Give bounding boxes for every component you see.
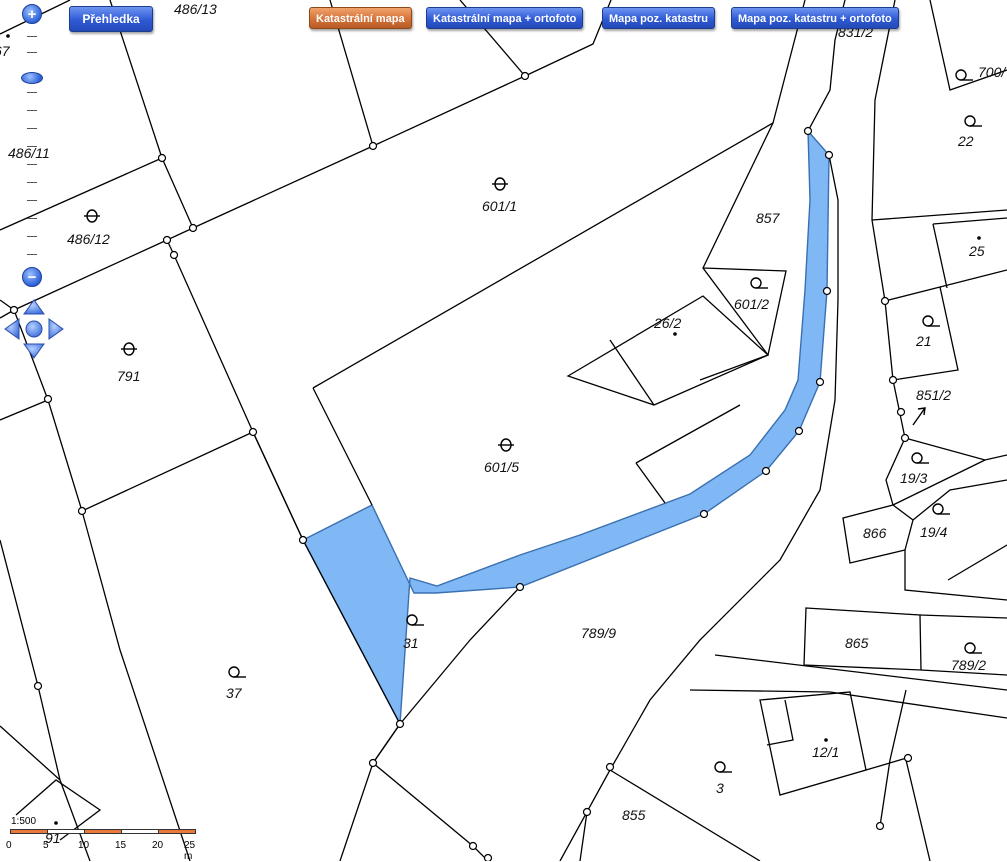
land-use-symbols (6, 34, 982, 825)
layer-button-parcel-map-ortho[interactable]: Mapa poz. katastru + ortofoto (731, 7, 899, 29)
scale-bar: 1:500 0 5 10 15 20 25 m (6, 816, 206, 862)
other-area-symbol-icon (964, 115, 982, 127)
other-area-symbol-icon (932, 503, 950, 515)
parcel-19-3: 19/3 (900, 470, 927, 486)
parcel-3: 3 (716, 780, 724, 796)
parcel-12-1: 12/1 (812, 744, 839, 760)
scale-tick-label: 15 (115, 840, 127, 851)
overview-map-button[interactable]: Přehledka (69, 6, 153, 32)
parcel-boundaries (0, 0, 1007, 861)
parcel-851-2: 851/2 (916, 387, 951, 403)
pan-down-icon[interactable] (23, 343, 45, 359)
arable-symbol-icon (121, 342, 137, 356)
parcel-601-5: 601/5 (484, 459, 519, 475)
zoom-slider[interactable]: + − (20, 4, 46, 294)
scale-tick-label: 25 m (184, 840, 196, 862)
layer-button-cadastral-map[interactable]: Katastrální mapa (309, 7, 412, 29)
scale-ratio: 1:500 (11, 816, 37, 827)
parcel-31: 31 (403, 635, 419, 651)
other-area-symbol-icon (228, 666, 246, 678)
parcel-601-2: 601/2 (734, 296, 769, 312)
parcel-601-1: 601/1 (482, 198, 517, 214)
other-area-symbol-icon (964, 642, 982, 654)
parcel-486-12: 486/12 (67, 231, 110, 247)
scale-tick-label: 5 (43, 840, 49, 851)
parcel-25: 25 (968, 243, 985, 259)
zoom-in-button[interactable]: + (22, 4, 42, 24)
other-area-symbol-icon (911, 452, 929, 464)
other-area-symbol-icon (955, 69, 973, 81)
arable-symbol-icon (84, 209, 100, 223)
parcel-26-2: 26/2 (653, 315, 681, 331)
other-area-symbol-icon (406, 614, 424, 626)
parcel-865: 865 (845, 635, 869, 651)
pan-left-icon[interactable] (4, 318, 20, 340)
pan-right-icon[interactable] (48, 318, 64, 340)
layer-button-parcel-map[interactable]: Mapa poz. katastru (602, 7, 716, 29)
parcel-19-4: 19/4 (920, 524, 947, 540)
parcel-866: 866 (863, 525, 887, 541)
parcel-486-13: 486/13 (174, 1, 217, 17)
parcel-67: 67 (0, 43, 11, 59)
other-area-symbol-icon (750, 277, 768, 289)
zoom-out-button[interactable]: − (22, 267, 42, 287)
parcel-22: 22 (957, 133, 974, 149)
other-area-symbol-icon (714, 761, 732, 773)
scale-tick-label: 0 (6, 840, 12, 851)
cadastral-map[interactable]: 486/13 67 486/11 486/12 791 601/1 601/5 … (0, 0, 1007, 861)
pan-center-icon[interactable] (25, 320, 43, 338)
other-area-symbol-icon (922, 315, 940, 327)
parcel-789-9: 789/9 (581, 625, 616, 641)
arable-symbol-icon (492, 177, 508, 191)
pan-up-icon[interactable] (23, 299, 45, 315)
parcel-37: 37 (226, 685, 243, 701)
parcel-791: 791 (117, 368, 140, 384)
arable-symbol-icon (498, 438, 514, 452)
pan-control[interactable] (3, 298, 65, 360)
parcel-857: 857 (756, 210, 781, 226)
parcel-21: 21 (915, 333, 932, 349)
scale-tick-label: 20 (152, 840, 164, 851)
selected-parcel-31[interactable] (302, 129, 830, 727)
parcel-700: 700/ (978, 64, 1007, 80)
scale-tick-label: 10 (78, 840, 90, 851)
zoom-handle[interactable] (21, 72, 43, 84)
layer-button-cadastral-ortho[interactable]: Katastrální mapa + ortofoto (426, 7, 584, 29)
parcel-789-2: 789/2 (951, 657, 986, 673)
parcel-855: 855 (622, 807, 646, 823)
